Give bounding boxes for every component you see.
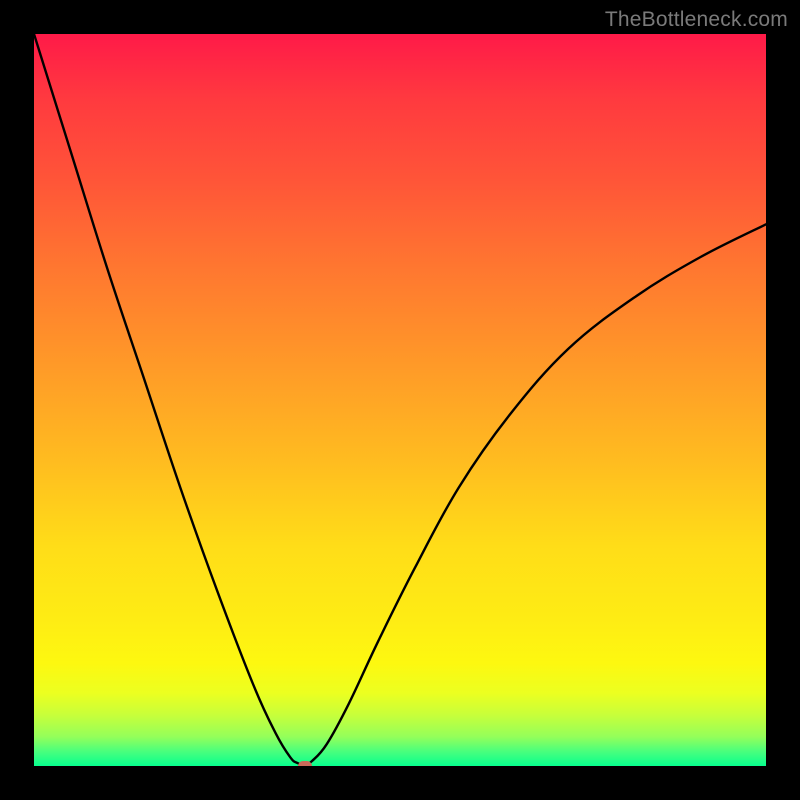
bottleneck-curve [34, 34, 766, 765]
curve-layer [34, 34, 766, 766]
watermark: TheBottleneck.com [605, 8, 788, 32]
plot-area [34, 34, 766, 766]
optimum-marker [298, 761, 312, 766]
chart-frame: TheBottleneck.com [0, 0, 800, 800]
